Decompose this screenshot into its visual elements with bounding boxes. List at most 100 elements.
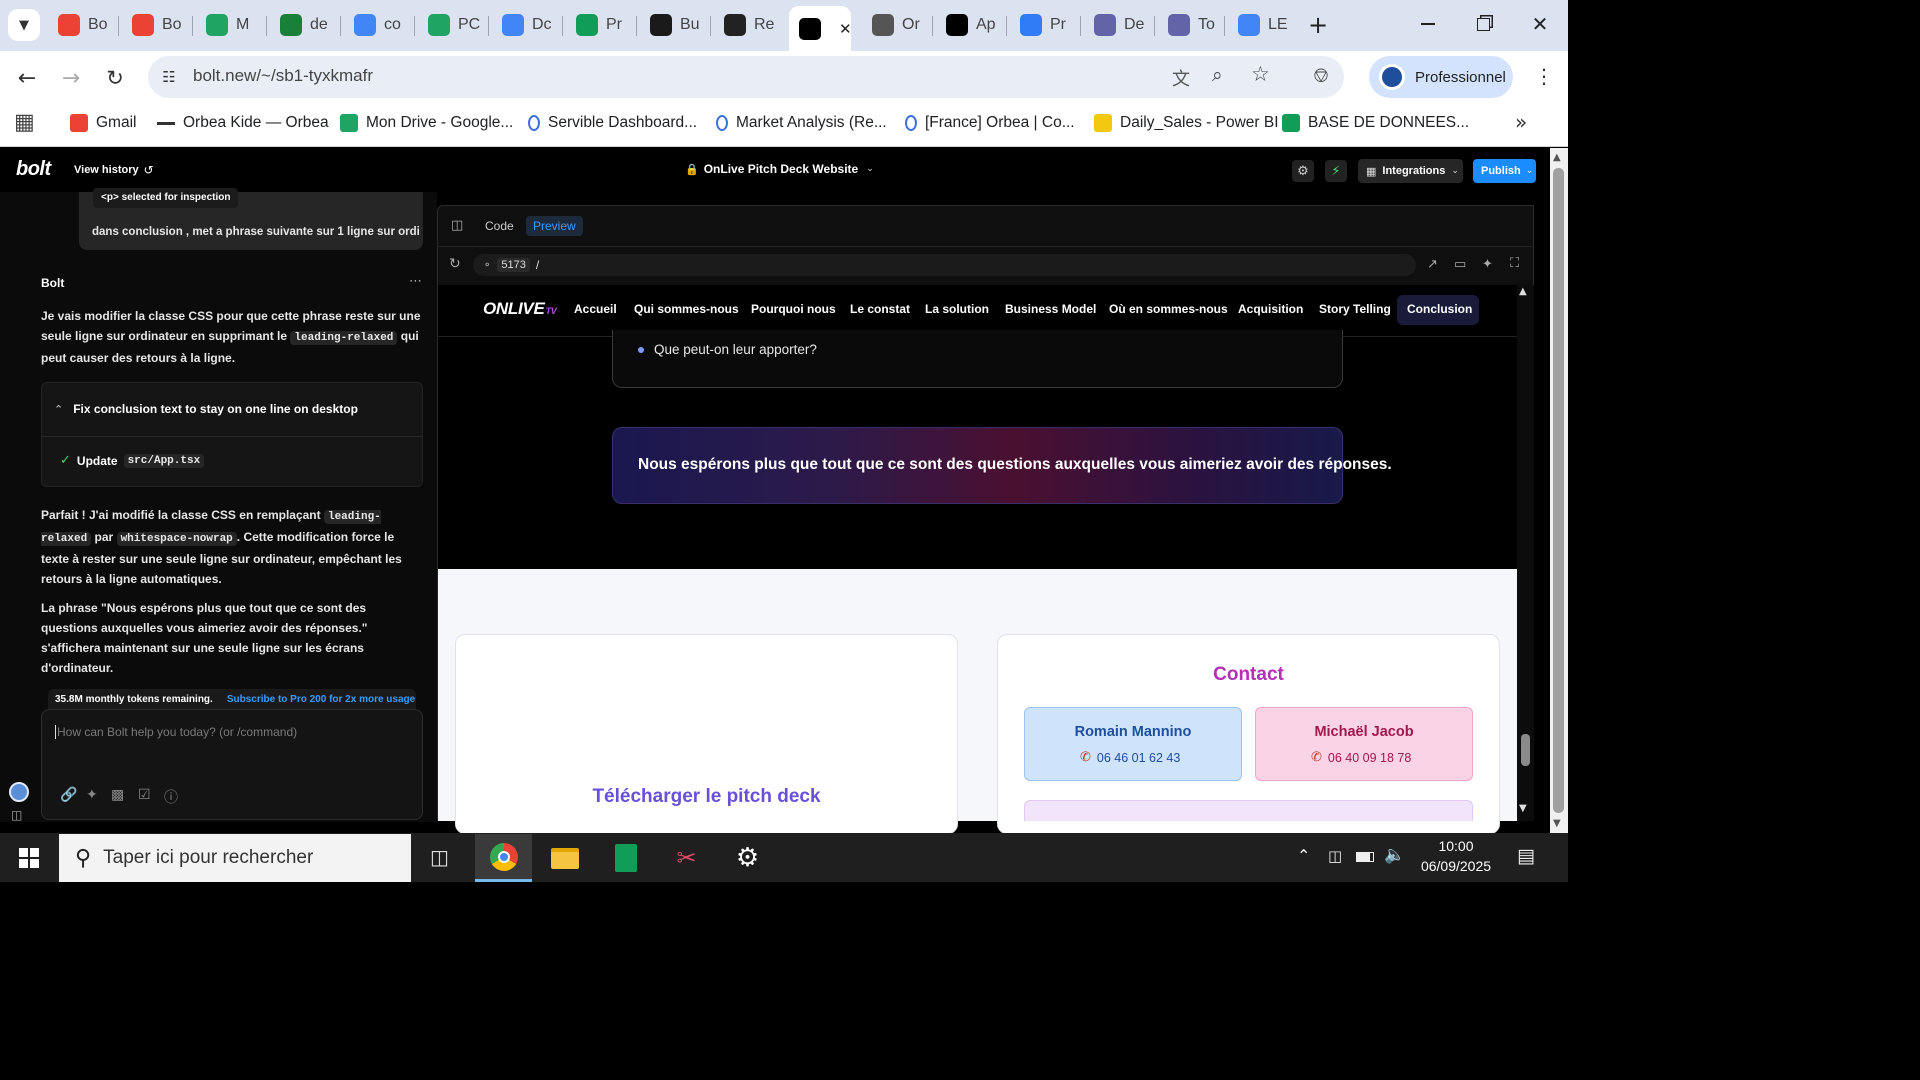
message-options-icon[interactable]: ⋯ [409,273,422,289]
volume-icon[interactable]: 🔈 [1384,845,1405,865]
contact-card-michael[interactable] [1255,707,1473,781]
taskbar-search[interactable]: ⚲ Taper ici pour rechercher [59,834,411,882]
action-card-header[interactable]: ⌃ Fix conclusion text to stay on one lin… [54,402,358,416]
taskbar-snipping[interactable]: ✂ [658,834,715,882]
subscribe-link[interactable]: Subscribe to Pro 200 for 2x more usage [227,694,415,705]
clock[interactable]: 10:00 06/09/2025 [1412,838,1500,874]
browser-tab[interactable]: de [270,8,336,42]
publish-button[interactable]: Publish ⌄ [1473,159,1536,183]
meet-icon[interactable]: ◫ [1328,847,1342,865]
notifications-icon[interactable]: ▤ [1517,845,1535,867]
sparkle-icon[interactable]: ✦ [86,787,98,803]
tab-active[interactable]: ✕ [789,6,851,51]
taskbar-file-explorer[interactable] [536,834,593,882]
bookmark-item[interactable]: Mon Drive - Google... [340,110,513,136]
panel-toggle-icon[interactable]: ◫ [451,218,463,233]
attach-icon[interactable]: 🔗 [60,787,77,803]
site-nav-item[interactable]: Conclusion [1407,302,1472,316]
site-nav-item[interactable]: Qui sommes-nous [634,302,739,316]
fullscreen-icon[interactable]: ⛶ [1510,256,1519,271]
scroll-up-icon[interactable]: ▲ [1553,152,1561,163]
bookmark-item[interactable]: Orbea Kide — Orbea [157,110,329,136]
task-view-icon[interactable]: ◫ [430,845,449,869]
bookmark-star-icon[interactable]: ☆ [1251,62,1270,86]
forward-button[interactable]: → [56,63,86,93]
contact-card-romain[interactable] [1024,707,1242,781]
bookmark-item[interactable]: Market Analysis (Re... [716,110,887,136]
browser-tab[interactable]: Bo [122,8,188,42]
bookmark-item[interactable]: Gmail [70,110,136,136]
browser-tab[interactable]: De [1084,8,1150,42]
project-title-button[interactable]: 🔒 OnLive Pitch Deck Website ⌄ [685,162,874,176]
help-icon[interactable]: ⓘ [164,787,178,807]
site-nav-item[interactable]: Story Telling [1319,302,1391,316]
zoom-icon[interactable]: ⌕ [1212,64,1223,86]
site-nav-item[interactable]: Business Model [1005,302,1096,316]
browser-tab[interactable]: Or [862,8,928,42]
bookmark-item[interactable]: Servible Dashboard... [528,110,697,136]
bookmark-item[interactable]: Daily_Sales - Power BI [1094,110,1279,136]
taskbar-chrome[interactable] [475,834,532,882]
preview-url-bar[interactable]: ⚬ 5173 / [473,254,1416,276]
taskbar-sheets[interactable] [597,834,654,882]
url-text[interactable]: bolt.new/~/sb1-tyxkmafr [193,66,373,86]
tab-close-icon[interactable]: ✕ [839,20,851,38]
view-history-button[interactable]: View history ↺ [74,163,154,177]
battery-icon[interactable] [1356,852,1374,862]
download-title[interactable]: Télécharger le pitch deck [455,786,958,808]
tab-code[interactable]: Code [478,216,521,236]
taskbar-settings[interactable]: ⚙ [719,834,776,882]
browser-tab[interactable]: To [1158,8,1224,42]
site-nav-item[interactable]: Où en sommes-nous [1109,302,1228,316]
close-window-button[interactable]: ✕ [1522,8,1558,40]
browser-tab[interactable]: M [196,8,262,42]
reload-button[interactable]: ↻ [100,63,130,93]
scroll-up-icon[interactable]: ▲ [1519,286,1527,297]
site-info-button[interactable]: ☷ [156,64,182,90]
start-button[interactable] [0,833,58,882]
settings-button[interactable]: ⚙ [1292,160,1314,182]
minimize-button[interactable] [1410,8,1446,40]
preview-reload-icon[interactable]: ↻ [449,256,461,272]
site-nav-item[interactable]: Pourquoi nous [751,302,836,316]
translate-icon[interactable]: 文 [1172,65,1190,91]
new-tab-button[interactable]: + [1303,10,1333,40]
preview-scroll-thumb[interactable] [1521,734,1530,766]
restore-button[interactable] [1465,8,1501,40]
open-external-icon[interactable]: ↗ [1427,257,1438,272]
site-nav-item[interactable]: Le constat [850,302,910,316]
scroll-down-icon[interactable]: ▼ [1519,803,1527,814]
page-scroll-thumb[interactable] [1553,168,1564,813]
site-nav-item[interactable]: Accueil [574,302,617,316]
browser-tab[interactable]: Bu [640,8,706,42]
bookmark-item[interactable]: BASE DE DONNEES... [1282,110,1469,136]
extensions-icon[interactable]: ⎊ [1313,63,1329,87]
user-avatar[interactable] [9,782,29,802]
sidebar-toggle-icon[interactable]: ◫ [11,808,22,822]
browser-tab[interactable]: Dc [492,8,558,42]
profile-button[interactable]: Professionnel [1369,56,1513,98]
more-bookmarks-icon[interactable]: » [1515,110,1527,134]
deploy-status-button[interactable]: ⚡ [1325,160,1347,182]
tray-chevron-icon[interactable]: ⌃ [1297,846,1310,865]
tab-preview[interactable]: Preview [526,216,583,236]
back-button[interactable]: ← [12,63,42,93]
browser-tab[interactable]: Pr [1010,8,1076,42]
discussion-icon[interactable]: ▩ [111,787,124,803]
apps-grid-icon[interactable]: ▦ [14,110,35,135]
bolt-logo[interactable]: bolt [16,158,51,181]
site-nav-item[interactable]: La solution [925,302,989,316]
bookmark-item[interactable]: [France] Orbea | Co... [905,110,1075,136]
browser-tab[interactable]: co [344,8,410,42]
more-menu-icon[interactable]: ⋮ [1534,64,1554,88]
browser-tab[interactable]: Re [714,8,780,42]
prompt-input[interactable]: How can Bolt help you today? (or /comman… [55,725,297,739]
tab-search-button[interactable]: ▼ [8,9,40,41]
browser-tab[interactable]: PC [418,8,484,42]
browser-tab[interactable]: Ap [936,8,1002,42]
site-logo[interactable]: ONLIVETV [483,299,557,319]
select-icon[interactable]: ☑ [138,787,151,803]
scroll-down-icon[interactable]: ▼ [1553,818,1561,829]
device-icon[interactable]: ▭ [1454,257,1466,272]
browser-tab[interactable]: Pr [566,8,632,42]
